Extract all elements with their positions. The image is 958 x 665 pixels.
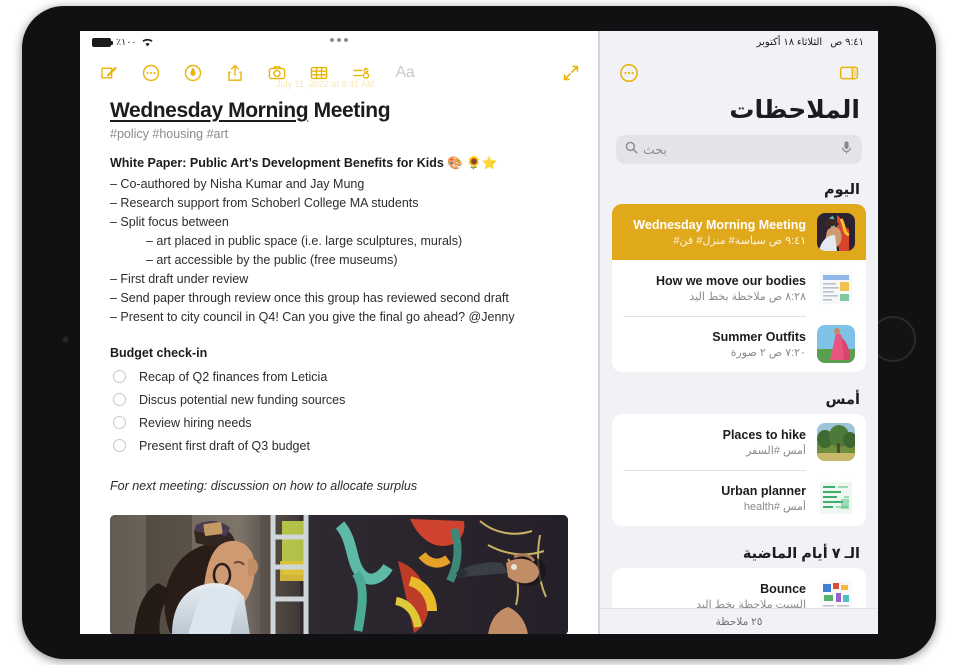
note-list-item[interactable]: Places to hike أمس #السفر (612, 414, 866, 470)
note-item-text: Bounce السبت ملاحظة بخط اليد (623, 582, 806, 611)
note-item-title: Urban planner (721, 483, 806, 498)
note-item-text: Places to hike أمس #السفر (623, 428, 806, 457)
battery-percent-label: ٪١٠٠ (116, 36, 137, 48)
notes-section-header: الـ ٧ أيام الماضية (742, 546, 860, 562)
note-bullet: – Present to city council in Q4! Can you… (110, 310, 515, 324)
note-bullet: – Split focus between (110, 215, 229, 229)
budget-section-heading: Budget check-in (110, 346, 208, 360)
handle-dot (344, 38, 348, 42)
share-icon[interactable] (224, 62, 246, 84)
wifi-icon (141, 37, 154, 47)
checklist-label: Present first draft of Q3 budget (139, 438, 310, 453)
multitasking-handle[interactable] (330, 38, 348, 42)
search-input[interactable]: بحث (616, 135, 862, 164)
checkbox-icon[interactable] (113, 439, 126, 452)
notes-list-pane: ٩:٤١ ص الثلاثاء ١٨ أكتوبر الملاحظات بحث … (600, 31, 878, 634)
note-item-title: Wednesday Morning Meeting (633, 217, 806, 232)
checklist-label: Review hiring needs (139, 415, 252, 430)
note-item-title: How we move our bodies (655, 273, 806, 288)
note-bullet: – First draft under review (110, 272, 249, 286)
checkbox-icon[interactable] (113, 416, 126, 429)
note-bullet: – Research support from Schoberl College… (110, 196, 419, 210)
checkbox-icon[interactable] (113, 393, 126, 406)
mural-artist-photo[interactable] (110, 515, 568, 634)
expand-icon[interactable] (560, 62, 582, 84)
note-checklist: Recap of Q2 finances from Leticia Discus … (110, 365, 570, 457)
ipad-device-frame: ٪١٠٠ Aa July 11, 2022 at 9:41 AM Wednesd… (22, 6, 936, 659)
note-item-title: Summer Outfits (712, 329, 806, 344)
note-title-underlined: Wednesday Morning (110, 99, 309, 122)
note-bullet: – art placed in public space (i.e. large… (146, 234, 463, 248)
handle-dot (330, 38, 334, 42)
note-headline: White Paper: Public Art’s Development Be… (110, 156, 498, 170)
note-item-meta: ٩:٤١ ص سياسة# منزل# فن# (673, 234, 806, 247)
status-date: الثلاثاء ١٨ أكتوبر (756, 36, 823, 48)
checklist-icon[interactable] (350, 62, 372, 84)
note-bullet-list: – Co-authored by Nisha Kumar and Jay Mun… (110, 175, 570, 327)
note-list-item-selected[interactable]: Wednesday Morning Meeting ٩:٤١ ص سياسة# م… (612, 204, 866, 260)
left-status-bar: ٪١٠٠ (80, 31, 598, 53)
microphone-icon[interactable] (840, 140, 853, 160)
notes-group: Places to hike أمس #السفر Urban planner أمس… (612, 414, 866, 526)
note-item-meta: ٧:٢٠ ص ٢ صورة (730, 346, 806, 359)
right-status-bar: ٩:٤١ ص الثلاثاء ١٨ أكتوبر (600, 31, 878, 53)
note-item-title: Places to hike (722, 427, 806, 442)
note-closing-line: For next meeting: discussion on how to a… (110, 479, 418, 493)
notes-group: Wednesday Morning Meeting ٩:٤١ ص سياسة# م… (612, 204, 866, 372)
checklist-item[interactable]: Discus potential new funding sources (110, 388, 570, 411)
table-icon[interactable] (308, 62, 330, 84)
notes-list[interactable]: اليوم Wednesday Morning Meeting ٩:٤١ ص سيا… (600, 178, 878, 634)
note-tags[interactable]: #policy #housing #art (110, 127, 570, 141)
compose-icon[interactable] (98, 62, 120, 84)
landscape-thumb (817, 423, 855, 461)
sidebar-toolbar (600, 53, 878, 93)
battery-icon (92, 37, 113, 47)
notes-section-header: اليوم (823, 182, 860, 198)
note-item-text: Urban planner أمس #health (623, 484, 806, 513)
note-title[interactable]: Wednesday Morning Meeting (110, 99, 570, 123)
sidebar-more-icon[interactable] (618, 62, 640, 84)
notes-thumb (817, 479, 855, 517)
checklist-label: Recap of Q2 finances from Leticia (139, 369, 328, 384)
note-item-meta: أمس #السفر (745, 444, 806, 457)
note-bullet: – art accessible by the public (free mus… (146, 253, 398, 267)
notes-count-footer: ٢٥ ملاحظة (600, 608, 878, 634)
checklist-item[interactable]: Present first draft of Q3 budget (110, 434, 570, 457)
note-content[interactable]: Wednesday Morning Meeting #policy #housi… (80, 93, 598, 634)
handle-dot (337, 38, 341, 42)
notes-section-header: أمس (825, 392, 860, 408)
format-button[interactable]: Aa (394, 62, 416, 84)
checkbox-icon[interactable] (113, 370, 126, 383)
mural-thumb (817, 213, 855, 251)
note-item-text: Wednesday Morning Meeting ٩:٤١ ص سياسة# م… (623, 218, 806, 247)
document-thumb (817, 269, 855, 307)
checklist-label: Discus potential new funding sources (139, 392, 346, 407)
note-list-item[interactable]: Urban planner أمس #health (612, 470, 866, 526)
editor-toolbar: Aa July 11, 2022 at 9:41 AM (80, 53, 598, 93)
more-icon[interactable] (140, 62, 162, 84)
note-title-plain: Meeting (308, 99, 391, 122)
dress-thumb (817, 325, 855, 363)
search-icon (625, 141, 638, 159)
note-list-item[interactable]: Summer Outfits ٧:٢٠ ص ٢ صورة (612, 316, 866, 372)
status-time: ٩:٤١ ص (830, 36, 864, 48)
note-item-text: Summer Outfits ٧:٢٠ ص ٢ صورة (623, 330, 806, 359)
camera-icon[interactable] (266, 62, 288, 84)
front-camera (62, 336, 69, 343)
ipad-screen: ٪١٠٠ Aa July 11, 2022 at 9:41 AM Wednesd… (80, 31, 878, 634)
note-bullet: – Send paper through review once this gr… (110, 291, 509, 305)
page-title: الملاحظات (729, 96, 860, 124)
view-toggle-icon[interactable] (838, 62, 860, 84)
checklist-item[interactable]: Recap of Q2 finances from Leticia (110, 365, 570, 388)
note-list-item[interactable]: How we move our bodies ٨:٢٨ ص ملاحظة بخط … (612, 260, 866, 316)
markup-icon[interactable] (182, 62, 204, 84)
note-item-text: How we move our bodies ٨:٢٨ ص ملاحظة بخط … (623, 274, 806, 303)
note-editor-pane: ٪١٠٠ Aa July 11, 2022 at 9:41 AM Wednesd… (80, 31, 598, 634)
note-item-meta: ٨:٢٨ ص ملاحظة بخط اليد (689, 290, 806, 303)
checklist-item[interactable]: Review hiring needs (110, 411, 570, 434)
note-bullet: – Co-authored by Nisha Kumar and Jay Mun… (110, 177, 365, 191)
search-placeholder: بحث (643, 143, 667, 157)
note-item-meta: أمس #health (743, 500, 806, 513)
note-item-title: Bounce (760, 581, 806, 596)
